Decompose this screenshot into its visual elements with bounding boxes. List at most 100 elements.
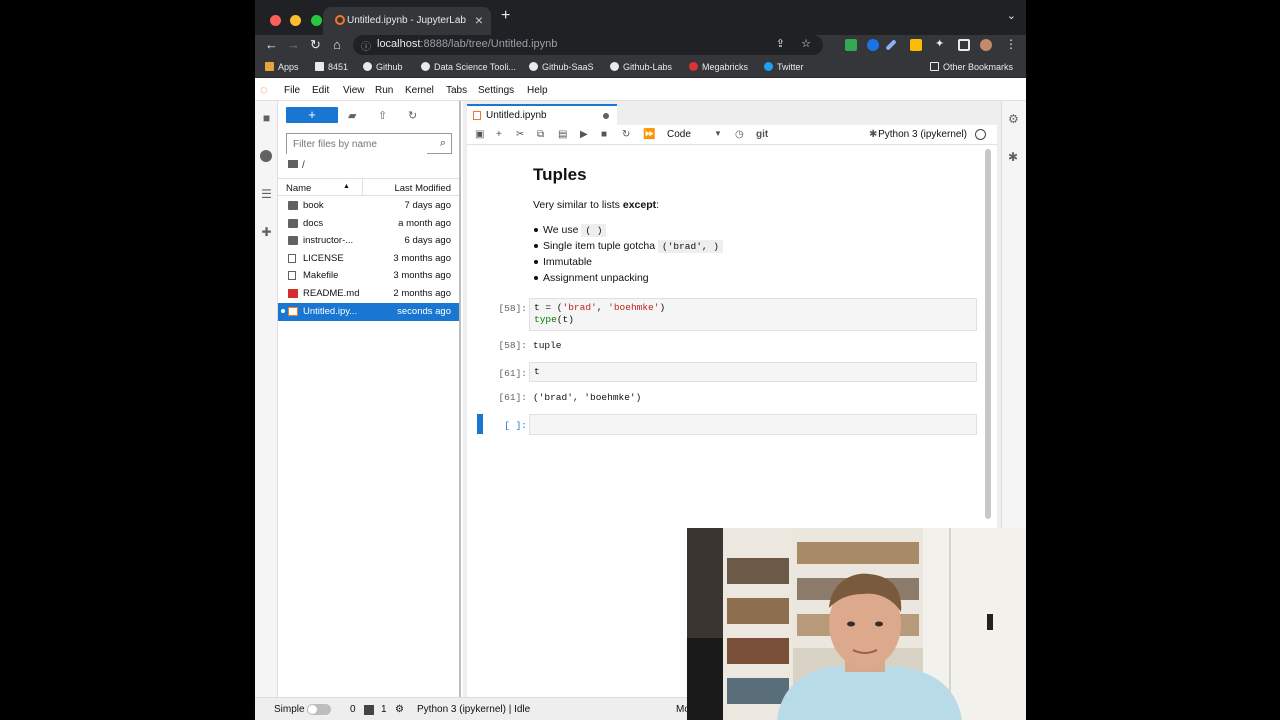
code-string: 'brad' bbox=[562, 302, 597, 313]
bookmark-apps[interactable]: Apps bbox=[265, 62, 299, 72]
site-info-icon[interactable]: ⓘ bbox=[361, 38, 371, 53]
file-row[interactable]: LICENSE 3 months ago bbox=[278, 250, 459, 268]
file-row[interactable]: instructor-... 6 days ago bbox=[278, 232, 459, 250]
kernel-name[interactable]: Python 3 (ipykernel) bbox=[878, 129, 967, 140]
bookmark-label: Apps bbox=[278, 62, 299, 72]
terminal-count[interactable]: 0 bbox=[350, 704, 356, 715]
extensions-puzzle-icon[interactable]: ✦ bbox=[935, 37, 944, 50]
save-icon[interactable]: ▣ bbox=[475, 129, 484, 140]
property-inspector-gear-icon[interactable]: ⚙ bbox=[1008, 112, 1019, 126]
cut-icon[interactable]: ✂ bbox=[516, 129, 524, 140]
extension-green-icon[interactable] bbox=[845, 39, 857, 51]
code-cell-input[interactable]: t = ('brad', 'boehmke') type(t) bbox=[529, 298, 977, 331]
debugger-bug-icon[interactable]: ✱ bbox=[1008, 150, 1018, 164]
fast-forward-icon[interactable]: ⏩ bbox=[643, 129, 655, 140]
folder-icon bbox=[288, 160, 298, 168]
extension-yellow-icon[interactable] bbox=[910, 39, 922, 51]
breadcrumb-root[interactable]: / bbox=[302, 160, 305, 171]
tab-search-chevron-icon[interactable]: ⌄ bbox=[1007, 9, 1016, 22]
stop-icon[interactable]: ■ bbox=[601, 129, 607, 140]
simple-mode-toggle[interactable] bbox=[307, 704, 331, 715]
browser-tab-active[interactable]: Untitled.ipynb - JupyterLab × bbox=[323, 7, 491, 35]
column-name-header[interactable]: Name bbox=[286, 183, 311, 194]
menu-file[interactable]: File bbox=[284, 85, 300, 96]
file-row-selected[interactable]: Untitled.ipy... seconds ago bbox=[278, 303, 459, 321]
bookmark-github-labs[interactable]: Github-Labs bbox=[610, 62, 672, 72]
inline-code: ('brad', ) bbox=[658, 240, 724, 253]
bookmark-data-science[interactable]: Data Science Tooli... bbox=[421, 62, 516, 72]
home-icon[interactable]: ⌂ bbox=[333, 37, 341, 52]
copy-icon[interactable]: ⧉ bbox=[537, 129, 544, 140]
file-row[interactable]: Makefile 3 months ago bbox=[278, 267, 459, 285]
side-panel-icon[interactable] bbox=[958, 39, 970, 51]
webcam-video-image bbox=[687, 528, 1026, 720]
bug-icon[interactable]: ✱ bbox=[869, 129, 877, 140]
run-icon[interactable]: ▶ bbox=[580, 129, 588, 140]
bookmark-github[interactable]: Github bbox=[363, 62, 403, 72]
pen-extension-icon[interactable] bbox=[885, 39, 897, 51]
github-icon bbox=[421, 62, 430, 71]
git-button[interactable]: git bbox=[756, 129, 768, 140]
notebook-tab[interactable]: Untitled.ipynb bbox=[467, 104, 617, 125]
minimize-window-button[interactable] bbox=[290, 15, 302, 26]
active-code-cell-input[interactable] bbox=[529, 414, 977, 435]
column-divider[interactable] bbox=[362, 179, 363, 196]
table-of-contents-icon[interactable]: ☰ bbox=[260, 187, 273, 201]
bookmark-8451[interactable]: 8451 bbox=[315, 62, 348, 72]
breadcrumb[interactable]: / bbox=[288, 160, 305, 171]
kernel-count[interactable]: 1 bbox=[381, 704, 387, 715]
file-name: README.md bbox=[303, 288, 360, 299]
file-row[interactable]: book 7 days ago bbox=[278, 197, 459, 215]
file-row[interactable]: docs a month ago bbox=[278, 215, 459, 233]
filter-files-input[interactable] bbox=[287, 135, 427, 154]
restart-icon[interactable]: ↻ bbox=[622, 129, 630, 140]
menu-settings[interactable]: Settings bbox=[478, 85, 514, 96]
extension-blue-icon[interactable] bbox=[867, 39, 879, 51]
bookmark-label: Twitter bbox=[777, 62, 804, 72]
menu-kernel[interactable]: Kernel bbox=[405, 85, 434, 96]
code-cell-input[interactable]: t bbox=[529, 362, 977, 382]
bookmark-github-saas[interactable]: Github-SaaS bbox=[529, 62, 594, 72]
menu-tabs[interactable]: Tabs bbox=[446, 85, 467, 96]
refresh-icon[interactable]: ↻ bbox=[408, 109, 417, 122]
menu-run[interactable]: Run bbox=[375, 85, 393, 96]
close-window-button[interactable] bbox=[270, 15, 281, 26]
bookmark-twitter[interactable]: Twitter bbox=[764, 62, 804, 72]
share-icon[interactable]: ⇪ bbox=[776, 37, 785, 50]
back-arrow-icon[interactable]: ← bbox=[265, 37, 278, 52]
menu-help[interactable]: Help bbox=[527, 85, 548, 96]
insert-cell-icon[interactable]: + bbox=[496, 129, 502, 140]
reload-icon[interactable]: ↻ bbox=[310, 37, 321, 53]
address-bar[interactable]: ⓘ localhost:8888/lab/tree/Untitled.ipynb… bbox=[353, 35, 823, 55]
bookmark-megabricks[interactable]: Megabricks bbox=[689, 62, 748, 72]
paste-icon[interactable]: ▤ bbox=[558, 129, 567, 140]
clock-icon[interactable]: ◷ bbox=[735, 129, 744, 140]
menu-edit[interactable]: Edit bbox=[312, 85, 329, 96]
forward-arrow-icon[interactable]: → bbox=[287, 37, 300, 52]
column-modified-header[interactable]: Last Modified bbox=[394, 183, 451, 194]
profile-avatar[interactable] bbox=[980, 39, 992, 51]
url-text[interactable]: localhost:8888/lab/tree/Untitled.ipynb bbox=[377, 38, 557, 50]
file-row[interactable]: README.md 2 months ago bbox=[278, 285, 459, 303]
file-browser-folder-icon[interactable]: ■ bbox=[260, 111, 273, 125]
kernel-status-text[interactable]: Python 3 (ipykernel) | Idle bbox=[417, 704, 530, 715]
close-tab-icon[interactable]: × bbox=[475, 12, 483, 28]
new-launcher-button[interactable]: + bbox=[286, 107, 338, 123]
new-folder-icon[interactable]: ▰ bbox=[348, 109, 356, 122]
running-sessions-icon[interactable] bbox=[260, 150, 272, 162]
browser-toolbar: ← → ↻ ⌂ ⓘ localhost:8888/lab/tree/Untitl… bbox=[255, 35, 1026, 57]
notebook-file-icon bbox=[288, 307, 298, 316]
new-tab-icon[interactable]: + bbox=[501, 7, 510, 25]
bookmark-star-icon[interactable]: ☆ bbox=[801, 37, 811, 50]
input-prompt: [61]: bbox=[498, 368, 527, 379]
bookmark-other[interactable]: Other Bookmarks bbox=[930, 62, 1013, 72]
cell-type-select[interactable]: Code ▼ bbox=[667, 129, 722, 140]
unsaved-dot-icon[interactable] bbox=[603, 113, 609, 119]
maximize-window-button[interactable] bbox=[310, 15, 322, 26]
file-name: Untitled.ipy... bbox=[303, 306, 358, 317]
browser-menu-icon[interactable]: ⋮ bbox=[1005, 37, 1017, 51]
upload-icon[interactable]: ⇧ bbox=[378, 109, 387, 122]
kernel-sessions-icon: ⚙ bbox=[395, 704, 404, 715]
menu-view[interactable]: View bbox=[343, 85, 365, 96]
extensions-puzzle-icon[interactable]: ✚ bbox=[260, 225, 273, 239]
